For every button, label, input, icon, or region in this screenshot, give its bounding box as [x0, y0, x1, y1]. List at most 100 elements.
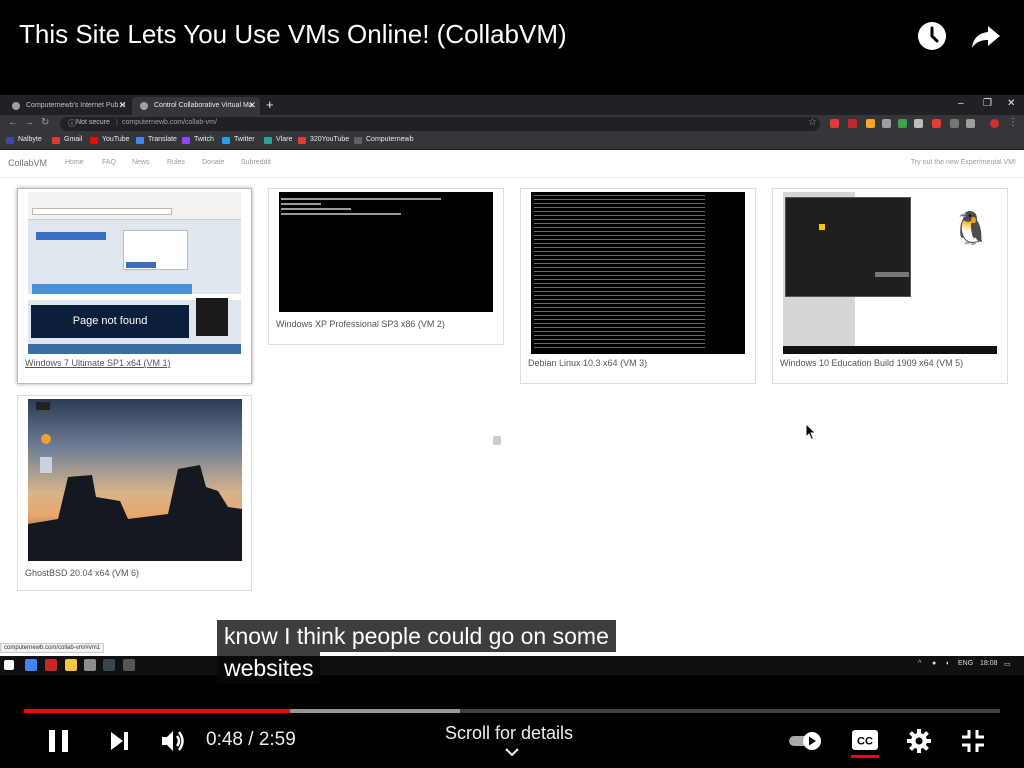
- desktop-icon: [36, 402, 50, 410]
- terminal-line: [281, 213, 401, 215]
- reload-icon[interactable]: ↻: [41, 117, 49, 128]
- pause-icon[interactable]: [47, 728, 71, 754]
- vlare-icon: [264, 137, 272, 144]
- vm-label[interactable]: Debian Linux 10.3 x64 (VM 3): [528, 358, 647, 368]
- profile-avatar-icon[interactable]: [990, 119, 999, 128]
- current-time: 0:48: [206, 729, 243, 750]
- skip-next-icon[interactable]: [109, 730, 131, 752]
- thumb-addressbar: [32, 208, 172, 215]
- taskbar-app-icon[interactable]: [84, 659, 96, 671]
- tray-clock[interactable]: 18:08: [980, 660, 998, 667]
- extension-icon[interactable]: [830, 119, 839, 128]
- exit-fullscreen-icon[interactable]: [961, 729, 985, 753]
- tab-label: Computernewb's Internet Pub H: [26, 102, 126, 109]
- clock-icon[interactable]: [916, 20, 948, 52]
- bookmark-item[interactable]: Nalbyte: [6, 136, 42, 144]
- back-icon[interactable]: ←: [8, 117, 18, 128]
- tab-favicon-icon: [12, 102, 20, 110]
- bookmark-icon: [298, 137, 306, 144]
- tray-volume-icon[interactable]: ◖: [945, 660, 949, 667]
- thumb-browser-bar: [28, 192, 241, 220]
- url-separator: |: [116, 119, 118, 126]
- window-close-icon[interactable]: ✕: [1007, 98, 1015, 109]
- bookmark-item[interactable]: Computernewb: [354, 136, 413, 144]
- menu-kebab-icon[interactable]: ⋮: [1008, 117, 1018, 128]
- extension-icon[interactable]: [882, 119, 891, 128]
- url-text[interactable]: computernewb.com/collab-vm/: [122, 119, 217, 126]
- security-label: Not secure: [76, 119, 110, 126]
- browser-tab[interactable]: Computernewb's Internet Pub H ✕: [4, 97, 130, 115]
- vm-label[interactable]: Windows XP Professional SP3 x86 (VM 2): [276, 319, 445, 329]
- extension-icon[interactable]: [914, 119, 923, 128]
- address-bar[interactable]: ⓘ Not secure | computernewb.com/collab-v…: [60, 117, 820, 131]
- browser-tab-strip: Computernewb's Internet Pub H ✕ Control …: [0, 95, 1024, 115]
- new-tab-icon[interactable]: +: [266, 97, 274, 112]
- tray-language[interactable]: ENG: [958, 660, 973, 667]
- taskbar-app-icon[interactable]: [45, 659, 57, 671]
- bookmark-item[interactable]: Gmail: [52, 136, 82, 144]
- bookmarks-bar: Nalbyte Gmail YouTube Translate Twitch T…: [0, 133, 1024, 150]
- nav-link-home[interactable]: Home: [65, 159, 84, 166]
- nav-link-faq[interactable]: FAQ: [102, 159, 116, 166]
- bookmark-item[interactable]: Twitter: [222, 136, 255, 144]
- vm-card[interactable]: GhostBSD 20.04 x64 (VM 6): [17, 395, 252, 591]
- volume-icon[interactable]: [160, 728, 188, 754]
- bookmark-item[interactable]: Vlare: [264, 136, 292, 144]
- vm-label[interactable]: GhostBSD 20.04 x64 (VM 6): [25, 568, 139, 578]
- vm-label[interactable]: Windows 10 Education Build 1909 x64 (VM …: [780, 358, 963, 368]
- tray-chevron-icon[interactable]: ^: [918, 660, 921, 667]
- minimize-icon[interactable]: –: [958, 98, 964, 109]
- gear-icon[interactable]: [906, 728, 932, 754]
- bookmark-item[interactable]: Translate: [136, 136, 177, 144]
- chrome-icon[interactable]: [25, 659, 37, 671]
- nav-link-subreddit[interactable]: Subreddit: [241, 159, 271, 166]
- taskbar-app-icon[interactable]: [103, 659, 115, 671]
- restore-icon[interactable]: ❐: [983, 98, 992, 109]
- duration: 2:59: [258, 729, 296, 750]
- info-icon[interactable]: ⓘ: [68, 118, 76, 129]
- file-explorer-icon[interactable]: [65, 659, 77, 671]
- windows-start-icon[interactable]: [4, 660, 14, 670]
- extension-icon[interactable]: [866, 119, 875, 128]
- extension-icon[interactable]: [898, 119, 907, 128]
- autoplay-toggle-icon[interactable]: [788, 730, 824, 752]
- site-brand[interactable]: CollabVM: [8, 158, 47, 168]
- vm-card[interactable]: Debian Linux 10.3 x64 (VM 3): [520, 188, 756, 384]
- cc-icon[interactable]: CC: [851, 729, 879, 751]
- nav-link-rules[interactable]: Rules: [167, 159, 185, 166]
- forward-icon[interactable]: →: [24, 117, 34, 128]
- progress-bar[interactable]: [24, 709, 1000, 713]
- nav-link-news[interactable]: News: [132, 159, 150, 166]
- bookmark-item[interactable]: YouTube: [90, 136, 130, 144]
- bookmark-item[interactable]: 320YouTube: [298, 136, 349, 144]
- extension-icon[interactable]: [848, 119, 857, 128]
- tux-penguin-icon: 🐧: [951, 210, 991, 246]
- share-arrow-icon[interactable]: [970, 20, 1002, 52]
- browser-tab-active[interactable]: Control Collaborative Virtual Ma ✕: [132, 97, 260, 115]
- loading-indicator: [493, 436, 501, 445]
- scroll-for-details[interactable]: Scroll for details: [445, 723, 573, 744]
- tray-mic-icon[interactable]: ●: [932, 660, 936, 667]
- vm-card[interactable]: 🐧 Windows 10 Education Build 1909 x64 (V…: [772, 188, 1008, 384]
- chevron-down-icon[interactable]: [504, 747, 520, 757]
- bookmark-item[interactable]: Twitch: [182, 136, 214, 144]
- nav-link-donate[interactable]: Donate: [202, 159, 225, 166]
- bookmark-star-icon[interactable]: ☆: [808, 117, 817, 128]
- vm-card[interactable]: Page not found Windows 7 Ultimate SP1 x6…: [17, 188, 252, 384]
- experimental-vm-link[interactable]: Try out the new Experimental VM!: [911, 159, 1016, 166]
- extension-icon[interactable]: [950, 119, 959, 128]
- played-bar: [24, 709, 291, 713]
- taskbar-app-icon[interactable]: [123, 659, 135, 671]
- vm-thumbnail: 🐧: [783, 192, 997, 354]
- desktop-icon: [40, 457, 52, 473]
- extension-icon[interactable]: [932, 119, 941, 128]
- tab-close-icon[interactable]: ✕: [118, 100, 126, 111]
- tab-close-icon[interactable]: ✕: [248, 100, 256, 111]
- vm-card[interactable]: Windows XP Professional SP3 x86 (VM 2): [268, 188, 504, 345]
- notification-icon[interactable]: ▭: [1004, 660, 1011, 668]
- video-title[interactable]: This Site Lets You Use VMs Online! (Coll…: [19, 19, 567, 50]
- tab-label: Control Collaborative Virtual Ma: [154, 102, 253, 109]
- extension-icon[interactable]: [966, 119, 975, 128]
- terminal-line: [281, 208, 351, 210]
- vm-label[interactable]: Windows 7 Ultimate SP1 x64 (VM 1): [25, 358, 171, 368]
